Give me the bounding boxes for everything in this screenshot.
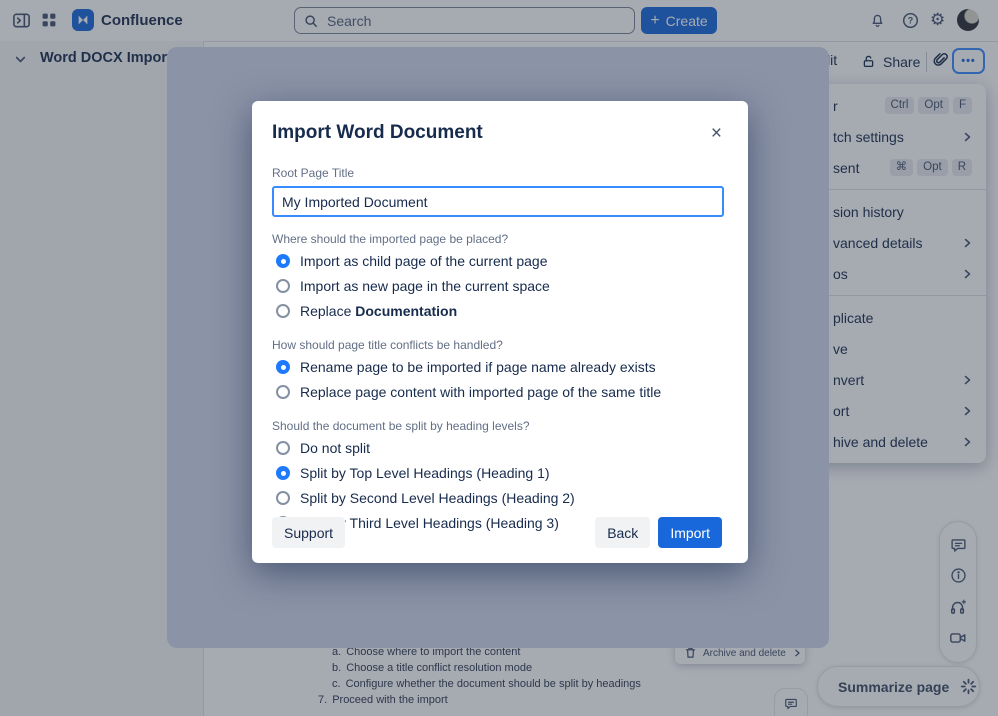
- support-button[interactable]: Support: [272, 517, 346, 548]
- radio-option-child-page[interactable]: Import as child page of the current page: [272, 251, 724, 271]
- import-button[interactable]: Import: [658, 517, 722, 548]
- confluence-app: Confluence + Create ? ⚙ Word DOCX Import…: [0, 0, 998, 716]
- back-button[interactable]: Back: [595, 517, 651, 548]
- radio-option-replace-content[interactable]: Replace page content with imported page …: [272, 382, 724, 402]
- radio-icon[interactable]: [276, 491, 290, 505]
- placement-question: Where should the imported page be placed…: [272, 232, 509, 246]
- close-icon[interactable]: ×: [705, 122, 728, 145]
- radio-icon[interactable]: [276, 279, 290, 293]
- dialog-title: Import Word Document: [272, 122, 483, 143]
- radio-selected-icon[interactable]: [276, 360, 290, 374]
- radio-icon[interactable]: [276, 441, 290, 455]
- radio-option-rename[interactable]: Rename page to be imported if page name …: [272, 357, 724, 377]
- radio-selected-icon[interactable]: [276, 254, 290, 268]
- split-question: Should the document be split by heading …: [272, 419, 530, 433]
- import-word-document-dialog: Import Word Document × Root Page Title W…: [252, 101, 748, 563]
- radio-icon[interactable]: [276, 385, 290, 399]
- conflict-question: How should page title conflicts be handl…: [272, 338, 503, 352]
- root-page-title-label: Root Page Title: [272, 166, 355, 180]
- radio-option-split-h1[interactable]: Split by Top Level Headings (Heading 1): [272, 463, 724, 483]
- radio-option-split-h2[interactable]: Split by Second Level Headings (Heading …: [272, 488, 724, 508]
- radio-option-new-page[interactable]: Import as new page in the current space: [272, 276, 724, 296]
- root-page-title-input[interactable]: [272, 186, 724, 217]
- radio-icon[interactable]: [276, 304, 290, 318]
- radio-selected-icon[interactable]: [276, 466, 290, 480]
- replace-target-page-name: Documentation: [355, 303, 458, 319]
- radio-option-no-split[interactable]: Do not split: [272, 438, 724, 458]
- radio-option-replace-page[interactable]: Replace Documentation: [272, 301, 724, 321]
